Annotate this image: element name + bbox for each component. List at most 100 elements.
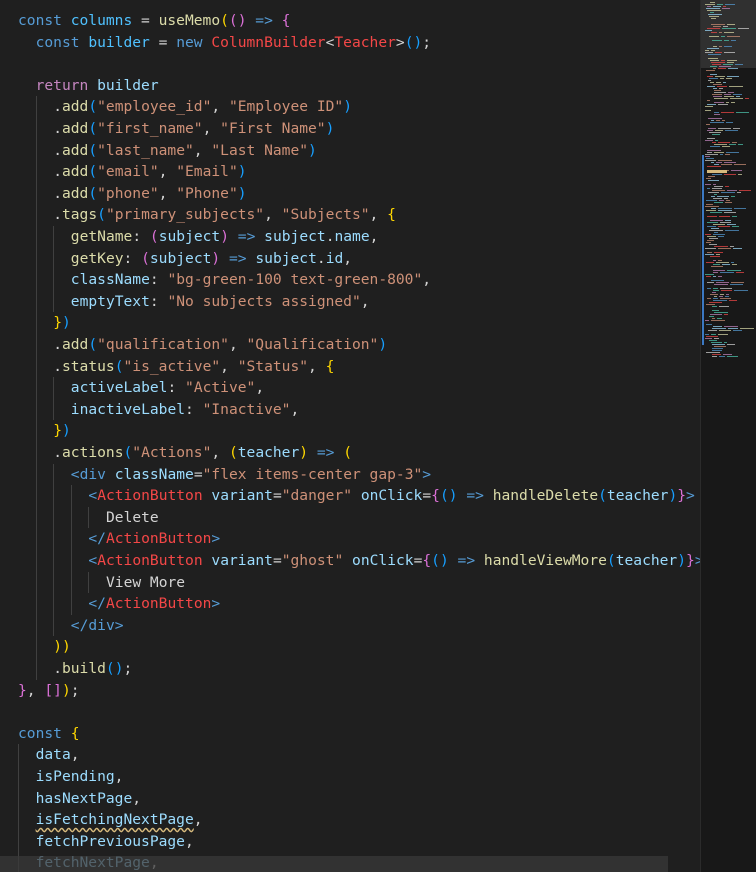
code-line[interactable]: const { — [18, 723, 80, 745]
code-token: useMemo — [158, 12, 221, 29]
code-line[interactable]: .add("employee_id", "Employee ID") — [53, 96, 352, 118]
code-line[interactable]: Delete — [106, 507, 159, 529]
code-line[interactable]: getName: (subject) => subject.name, — [71, 226, 379, 248]
minimap-line — [735, 64, 743, 65]
code-line[interactable]: )) — [53, 636, 71, 658]
minimap-line — [714, 102, 724, 103]
minimap-line — [717, 318, 722, 319]
code-line[interactable]: }, []); — [18, 680, 80, 702]
code-line[interactable]: .actions("Actions", (teacher) => ( — [53, 442, 352, 464]
minimap-line — [721, 290, 732, 291]
minimap-line — [707, 282, 714, 283]
minimap-line — [739, 190, 751, 191]
code-line[interactable]: <ActionButton variant="danger" onClick={… — [88, 485, 694, 507]
minimap-line — [718, 226, 730, 227]
code-token: handleDelete — [492, 487, 599, 505]
minimap-line — [707, 100, 710, 101]
minimap-line — [706, 8, 720, 9]
code-token: , — [202, 120, 221, 137]
code-token: ActionButton — [105, 595, 212, 613]
code-line[interactable]: getKey: (subject) => subject.id, — [71, 248, 352, 270]
code-token: . — [316, 249, 326, 267]
code-token: teacher — [237, 444, 300, 461]
code-token: const — [35, 33, 80, 51]
minimap-line — [710, 294, 718, 295]
code-line[interactable]: }) — [53, 420, 71, 442]
minimap-line — [728, 328, 738, 329]
horizontal-scrollbar[interactable] — [0, 856, 668, 872]
minimap-line — [712, 134, 720, 135]
code-line[interactable]: View More — [106, 572, 185, 594]
code-token: ) — [211, 249, 221, 267]
code-line[interactable]: isFetchingNextPage, — [36, 809, 203, 831]
code-token: , — [220, 357, 238, 375]
code-token: "First Name" — [220, 120, 326, 137]
code-token: , — [308, 357, 326, 375]
code-line[interactable]: .status("is_active", "Status", { — [53, 356, 334, 378]
code-line[interactable]: emptyText: "No subjects assigned", — [71, 291, 370, 313]
minimap-line — [719, 66, 731, 67]
code-line[interactable]: .add("last_name", "Last Name") — [53, 140, 317, 162]
code-line[interactable]: .build(); — [53, 658, 132, 680]
code-line[interactable]: data, — [36, 744, 80, 766]
code-line[interactable]: inactiveLabel: "Inactive", — [71, 399, 299, 421]
code-line[interactable]: .add("email", "Email") — [53, 161, 246, 183]
minimap-line — [722, 146, 730, 147]
code-line[interactable]: const builder = new ColumnBuilder<Teache… — [36, 32, 431, 54]
code-line[interactable]: fetchPreviousPage, — [36, 831, 194, 853]
code-token: ( — [88, 98, 98, 116]
minimap-line — [712, 94, 722, 95]
minimap-line — [718, 236, 724, 237]
minimap-line — [707, 298, 711, 299]
code-token: () — [228, 12, 247, 29]
code-line[interactable]: .add("phone", "Phone") — [53, 183, 246, 205]
code-token: ( — [343, 444, 353, 461]
code-editor[interactable]: const columns = useMemo(() => {const bui… — [0, 0, 700, 872]
minimap[interactable] — [700, 0, 756, 872]
minimap-line — [706, 276, 711, 277]
minimap-line — [729, 144, 736, 145]
minimap-line — [707, 48, 719, 49]
code-token: add — [61, 120, 89, 137]
code-token: > — [211, 595, 221, 613]
minimap-line — [706, 262, 714, 263]
code-line[interactable]: .add("first_name", "First Name") — [53, 118, 334, 140]
code-line[interactable]: </ActionButton> — [88, 528, 220, 550]
code-line[interactable]: <div className="flex items-center gap-3"… — [71, 464, 431, 486]
minimap-line — [727, 76, 739, 77]
minimap-line — [708, 118, 722, 119]
code-line[interactable]: .tags("primary_subjects", "Subjects", { — [53, 204, 396, 226]
minimap-line — [714, 202, 723, 203]
minimap-line — [718, 104, 728, 105]
minimap-line — [713, 88, 717, 89]
code-token: ) — [61, 422, 71, 440]
minimap-change-marker — [702, 155, 704, 345]
minimap-line — [720, 222, 731, 223]
code-line[interactable]: const columns = useMemo(() => { — [18, 10, 290, 32]
code-line[interactable]: activeLabel: "Active", — [71, 377, 264, 399]
minimap-line — [710, 122, 724, 123]
code-token: hasNextPage — [35, 789, 133, 807]
code-line[interactable]: hasNextPage, — [36, 788, 141, 810]
code-token: isFetchingNextPage — [35, 811, 194, 829]
minimap-line — [710, 82, 714, 83]
minimap-line — [711, 24, 725, 25]
code-line[interactable]: <ActionButton variant="ghost" onClick={(… — [88, 550, 700, 572]
code-token: { — [387, 206, 396, 224]
code-line[interactable]: }) — [53, 312, 71, 334]
code-token: "bg-green-100 text-green-800" — [167, 271, 423, 289]
code-token: => — [466, 487, 484, 505]
minimap-line — [724, 326, 738, 327]
code-line[interactable]: </div> — [71, 615, 124, 637]
minimap-line — [728, 92, 734, 93]
minimap-line — [717, 4, 723, 5]
code-line[interactable]: .add("qualification", "Qualification") — [53, 334, 387, 356]
code-line[interactable]: className: "bg-green-100 text-green-800"… — [71, 269, 431, 291]
code-line[interactable]: </ActionButton> — [88, 593, 220, 615]
code-line[interactable]: isPending, — [36, 766, 124, 788]
code-token: } — [53, 314, 62, 332]
code-line[interactable]: return builder — [36, 75, 159, 97]
code-token: : — [132, 228, 150, 245]
